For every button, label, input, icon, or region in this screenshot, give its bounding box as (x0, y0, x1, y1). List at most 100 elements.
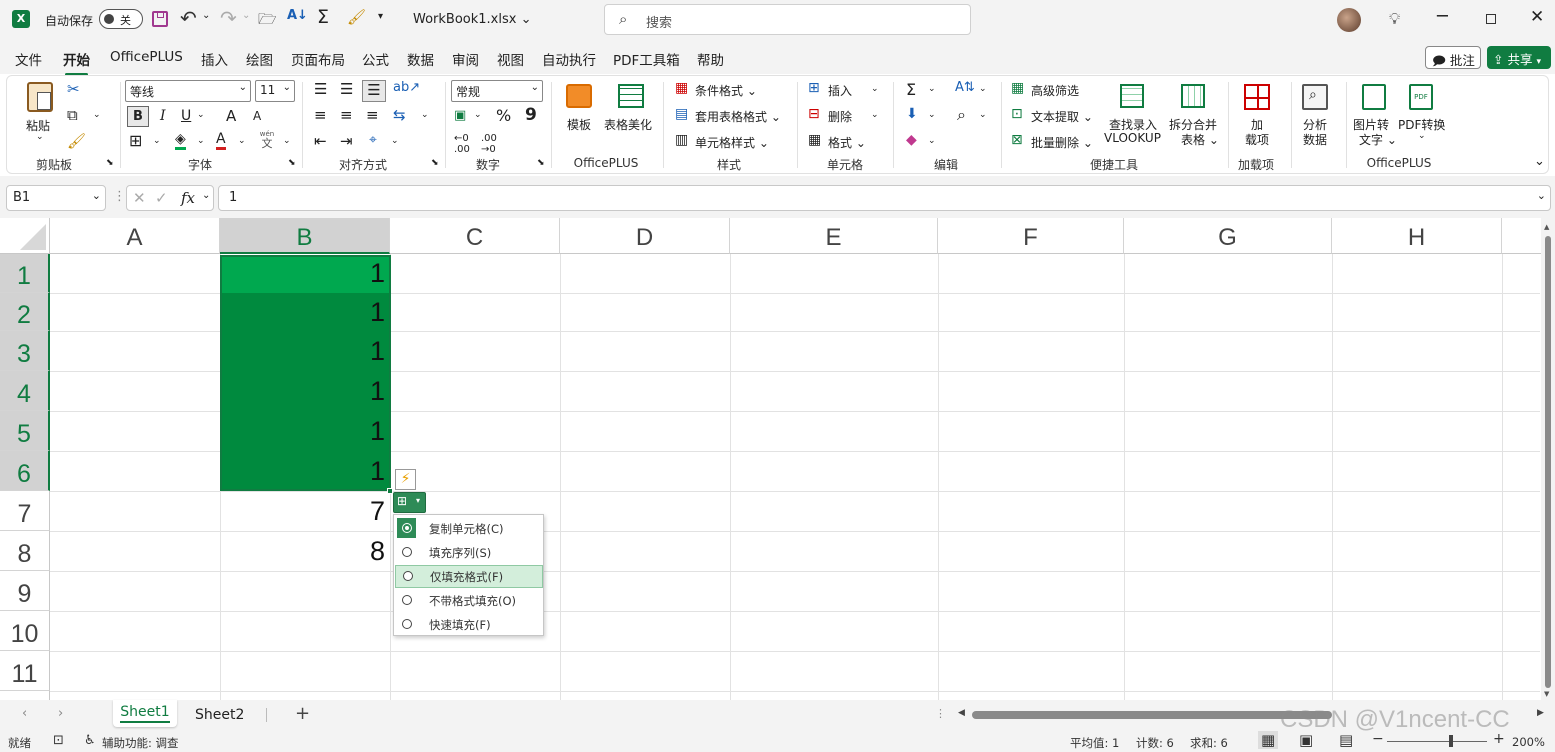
autosum-icon[interactable]: Σ (317, 6, 329, 28)
autosave-toggle[interactable]: 关 (99, 9, 143, 29)
insert-dropdown-icon[interactable]: ⌄ (871, 84, 879, 94)
font-name-select[interactable]: 等线 ⌄ (125, 80, 251, 102)
horizontal-scrollbar[interactable] (972, 711, 1332, 719)
status-average[interactable]: 平均值: 1 (1070, 735, 1119, 751)
fill-color-dropdown-icon[interactable]: ⌄ (197, 136, 205, 146)
delete-cells-button[interactable]: 删除 (828, 108, 852, 125)
more-options-icon[interactable]: ⋮ (113, 189, 126, 204)
number-launcher-icon[interactable]: ⬊ (537, 158, 545, 168)
cut-icon[interactable]: ✂ (67, 80, 80, 98)
autosum-dropdown-icon[interactable]: ⌄ (928, 84, 936, 94)
lightbulb-icon[interactable]: 💡︎ (1389, 9, 1400, 29)
search-box[interactable]: ⌕ 搜索 (604, 4, 971, 35)
fx-dropdown-icon[interactable]: ⌄ (202, 190, 210, 201)
align-right-icon[interactable]: ≡ (366, 106, 379, 124)
row-header-9[interactable]: 9 (0, 571, 50, 611)
addins-icon[interactable] (1244, 84, 1270, 110)
cell-b2[interactable]: 1 (220, 297, 390, 335)
tab-formulas[interactable]: 公式 (362, 49, 389, 69)
alignment-launcher-icon[interactable]: ⬊ (431, 158, 439, 168)
flash-fill-lightning-icon[interactable]: ⚡ (395, 469, 416, 490)
align-center-icon[interactable]: ≡ (340, 106, 353, 124)
tab-insert[interactable]: 插入 (201, 49, 228, 69)
cell-styles-icon[interactable]: ▥ (675, 132, 688, 148)
row-header-11[interactable]: 11 (0, 651, 50, 691)
minimize-icon[interactable]: ─ (1437, 6, 1448, 27)
cancel-icon[interactable]: ✕ (133, 189, 146, 207)
insert-cells-icon[interactable]: ⊞ (808, 80, 820, 96)
batch-delete-icon[interactable]: ⊠ (1011, 132, 1023, 148)
tab-split-handle-icon[interactable]: ⋮ (935, 707, 946, 720)
tab-page-layout[interactable]: 页面布局 (291, 49, 345, 69)
merge-cells-icon[interactable]: ⌖ (369, 132, 377, 148)
accounting-dropdown-icon[interactable]: ⌄ (474, 110, 482, 120)
cell-b4[interactable]: 1 (220, 376, 390, 414)
column-header-g[interactable]: G (1124, 218, 1332, 254)
worksheet-grid[interactable]: A B C D E F G H 1 2 3 4 5 6 7 8 9 10 11 … (0, 218, 1555, 700)
font-size-select[interactable]: 11 ⌄ (255, 80, 295, 102)
status-sum[interactable]: 求和: 6 (1190, 735, 1228, 751)
column-header-h[interactable]: H (1332, 218, 1502, 254)
wrap-text-icon[interactable]: ⇆ (393, 106, 406, 124)
row-header-7[interactable]: 7 (0, 491, 50, 531)
cell-b6[interactable]: 1 (220, 456, 390, 494)
pdf-convert-dropdown-icon[interactable]: ⌄ (1418, 131, 1426, 141)
vertical-scroll-thumb[interactable] (1545, 236, 1551, 688)
zoom-slider-thumb[interactable] (1449, 735, 1453, 747)
open-folder-icon[interactable]: 🗁 (258, 9, 277, 34)
split-merge-icon[interactable] (1181, 84, 1205, 108)
italic-button[interactable]: I (160, 108, 166, 124)
sheet-tab-sheet1[interactable]: Sheet1 (113, 700, 177, 727)
find-dropdown-icon[interactable]: ⌄ (979, 110, 987, 120)
clipboard-launcher-icon[interactable]: ⬊ (106, 158, 114, 168)
pdf-convert-icon[interactable]: PDF (1409, 84, 1433, 110)
analyze-data-icon[interactable]: ⌕ (1302, 84, 1328, 110)
decrease-indent-icon[interactable]: ⇤ (314, 132, 327, 150)
tab-file[interactable]: 文件 (15, 49, 42, 69)
row-header-12[interactable] (0, 691, 50, 700)
row-header-2[interactable]: 2 (0, 293, 50, 331)
close-icon[interactable]: ✕ (1530, 7, 1544, 27)
column-header-a[interactable]: A (50, 218, 220, 254)
text-extract-icon[interactable]: ⊡ (1011, 106, 1023, 122)
table-beautify-button[interactable]: 表格美化 (604, 116, 652, 133)
format-painter-quick-icon[interactable]: 🖌 (347, 8, 366, 26)
align-left-icon[interactable]: ≡ (314, 106, 327, 124)
macro-record-icon[interactable]: ⊡ (53, 733, 64, 748)
copy-icon[interactable]: ⧉ (67, 106, 78, 124)
paste-icon[interactable] (27, 82, 53, 112)
row-header-8[interactable]: 8 (0, 531, 50, 571)
font-color-dropdown-icon[interactable]: ⌄ (238, 136, 246, 146)
workbook-title[interactable]: WorkBook1.xlsx ⌄ (413, 12, 531, 27)
scroll-down-icon[interactable]: ▼ (1544, 690, 1549, 698)
delete-dropdown-icon[interactable]: ⌄ (871, 110, 879, 120)
autosum-ribbon-button[interactable]: Σ (906, 80, 916, 99)
row-header-5[interactable]: 5 (0, 411, 50, 451)
vertical-scrollbar[interactable]: ▲ ▼ (1541, 218, 1555, 700)
decrease-decimal-icon[interactable]: .00 →0 (481, 133, 497, 155)
fill-dropdown-icon[interactable]: ⌄ (928, 110, 936, 120)
row-header-3[interactable]: 3 (0, 331, 50, 371)
conditional-format-button[interactable]: 条件格式 ⌄ (695, 82, 757, 99)
menu-item-copy-cells[interactable]: 复制单元格(C) (394, 517, 544, 540)
menu-item-fill-without-formatting[interactable]: 不带格式填充(O) (394, 589, 544, 612)
insert-function-icon[interactable]: fx (181, 189, 195, 207)
image-to-text-line2[interactable]: 文字 ⌄ (1359, 131, 1397, 148)
advanced-filter-button[interactable]: 高级筛选 (1031, 82, 1079, 99)
template-icon[interactable] (566, 84, 592, 108)
format-painter-icon[interactable]: 🖌 (67, 132, 86, 150)
menu-item-fill-formatting-only[interactable]: 仅填充格式(F) (395, 565, 543, 588)
clear-dropdown-icon[interactable]: ⌄ (928, 136, 936, 146)
redo-dropdown-icon[interactable]: ⌄ (242, 10, 250, 21)
align-middle-icon[interactable]: ☰ (340, 80, 353, 98)
clear-eraser-icon[interactable]: ◆ (906, 132, 917, 148)
format-cells-button[interactable]: 格式 ⌄ (828, 134, 866, 151)
insert-cells-button[interactable]: 插入 (828, 82, 852, 99)
addins-line2[interactable]: 载项 (1245, 131, 1269, 148)
sort-filter-icon[interactable]: A⇅ (955, 80, 975, 95)
undo-dropdown-icon[interactable]: ⌄ (202, 10, 210, 21)
row-header-4[interactable]: 4 (0, 371, 50, 411)
sort-filter-dropdown-icon[interactable]: ⌄ (979, 84, 987, 94)
zoom-level[interactable]: 200% (1512, 735, 1545, 749)
tab-automate[interactable]: 自动执行 (542, 49, 596, 69)
